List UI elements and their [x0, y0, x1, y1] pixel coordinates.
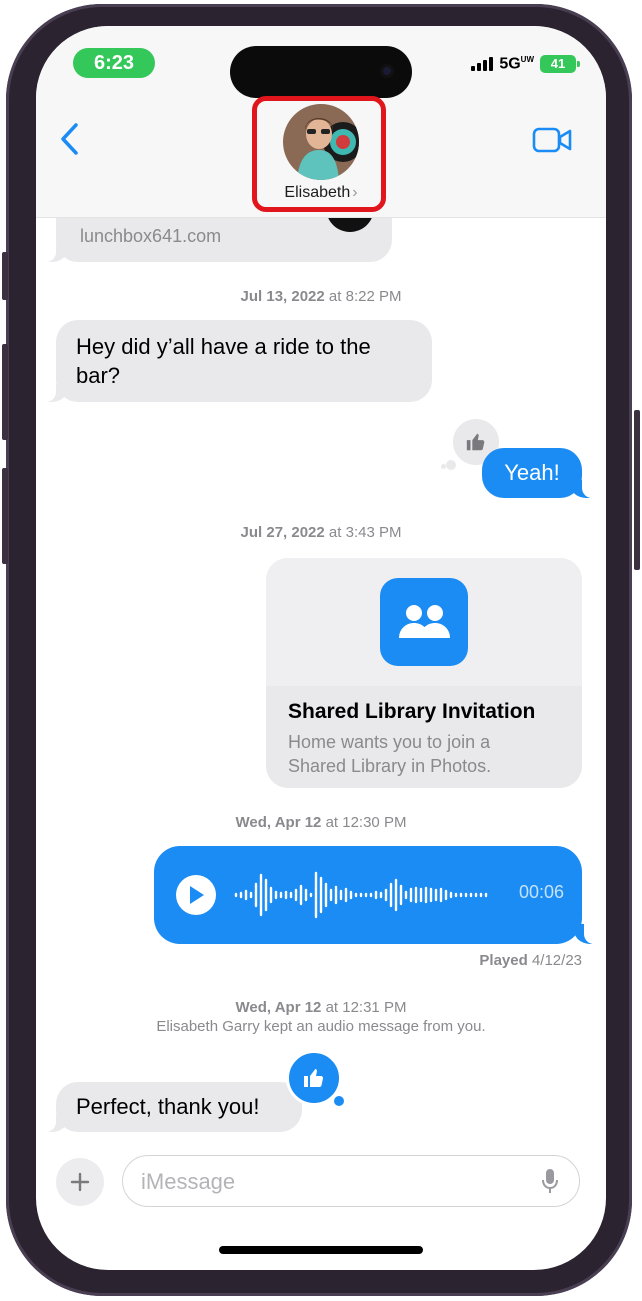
timestamp-date: Jul 13, 2022 — [240, 288, 325, 305]
thumbs-up-icon — [466, 433, 485, 451]
card-header — [266, 558, 582, 686]
card-title: Shared Library Invitation — [288, 700, 536, 723]
timestamp-jul27: Jul 27, 2022 at 3:43 PM — [36, 524, 606, 541]
tapback-dot-small — [441, 464, 446, 469]
timestamp-apr12-1230: Wed, Apr 12 at 12:30 PM — [36, 814, 606, 831]
battery-level: 41 — [550, 56, 566, 71]
thumbs-up-icon — [304, 1069, 324, 1087]
annotation-highlight-box — [252, 96, 386, 212]
played-receipt: Played 4/12/23 — [479, 952, 582, 969]
plus-icon — [70, 1172, 90, 1192]
dynamic-island — [230, 46, 412, 98]
status-time: 6:23 — [73, 48, 155, 78]
timestamp-date: Wed, Apr 12 — [235, 814, 322, 831]
timestamp-time: at 8:22 PM — [328, 288, 402, 305]
volume-down-button — [2, 468, 8, 564]
play-icon — [190, 886, 204, 904]
timestamp-date: Wed, Apr 12 — [235, 999, 322, 1016]
message-perfect[interactable]: Perfect, thank you! — [46, 1082, 302, 1132]
timestamp-time: at 3:43 PM — [328, 524, 402, 541]
play-button[interactable] — [176, 875, 216, 915]
card-subtitle: Home wants you to join a Shared Library … — [288, 732, 492, 776]
cellular-signal-icon — [471, 57, 494, 71]
audio-message-bubble[interactable]: 00:06 — [154, 846, 582, 944]
timestamp-apr12-1231: Wed, Apr 12 at 12:31 PM Elisabeth Garry … — [36, 998, 606, 1036]
message-yeah[interactable]: Yeah! — [482, 448, 592, 498]
message-text: Yeah! — [504, 460, 560, 485]
battery-icon: 41 — [540, 55, 580, 73]
kept-audio-note: Elisabeth Garry kept an audio message fr… — [156, 1018, 486, 1035]
tapback-dot — [446, 460, 456, 470]
apps-button[interactable] — [56, 1158, 104, 1206]
played-label: Played — [479, 952, 528, 969]
microphone-icon[interactable] — [541, 1168, 559, 1194]
power-button — [634, 410, 640, 570]
timestamp-date: Jul 27, 2022 — [240, 524, 325, 541]
played-date: 4/12/23 — [531, 952, 582, 969]
screen: lunchbox641.com Jul 13, 2022 at 8:22 PM … — [36, 26, 606, 1270]
status-right: 5GUW 41 — [471, 52, 580, 76]
shared-library-invitation-card[interactable]: Shared Library Invitation Home wants you… — [266, 558, 582, 788]
network-type: 5GUW — [499, 54, 534, 73]
chevron-left-icon[interactable] — [58, 122, 80, 156]
volume-up-button — [2, 344, 8, 440]
front-camera — [380, 64, 394, 78]
tapback-dot — [332, 1094, 346, 1108]
compose-bar: iMessage — [36, 1150, 606, 1220]
timestamp-time: at 12:30 PM — [325, 814, 407, 831]
message-text: Perfect, thank you! — [76, 1094, 260, 1119]
conversation-header: 6:23 5GUW 41 Elisabeth › — [36, 26, 606, 218]
audio-waveform — [234, 871, 488, 919]
timestamp-jul13: Jul 13, 2022 at 8:22 PM — [36, 288, 606, 305]
message-ride[interactable]: Hey did y’all have a ride to the bar? — [46, 320, 432, 402]
message-input-placeholder: iMessage — [141, 1169, 236, 1194]
audio-duration: 00:06 — [518, 882, 564, 902]
message-input[interactable]: iMessage — [122, 1155, 580, 1207]
shared-library-icon — [380, 578, 468, 666]
timestamp-time: at 12:31 PM — [325, 999, 407, 1016]
message-text: Hey did y’all have a ride to the bar? — [76, 334, 371, 388]
video-camera-icon[interactable] — [532, 126, 572, 154]
action-button — [2, 252, 8, 300]
link-preview-url: lunchbox641.com — [80, 226, 222, 246]
home-indicator[interactable] — [219, 1246, 423, 1254]
